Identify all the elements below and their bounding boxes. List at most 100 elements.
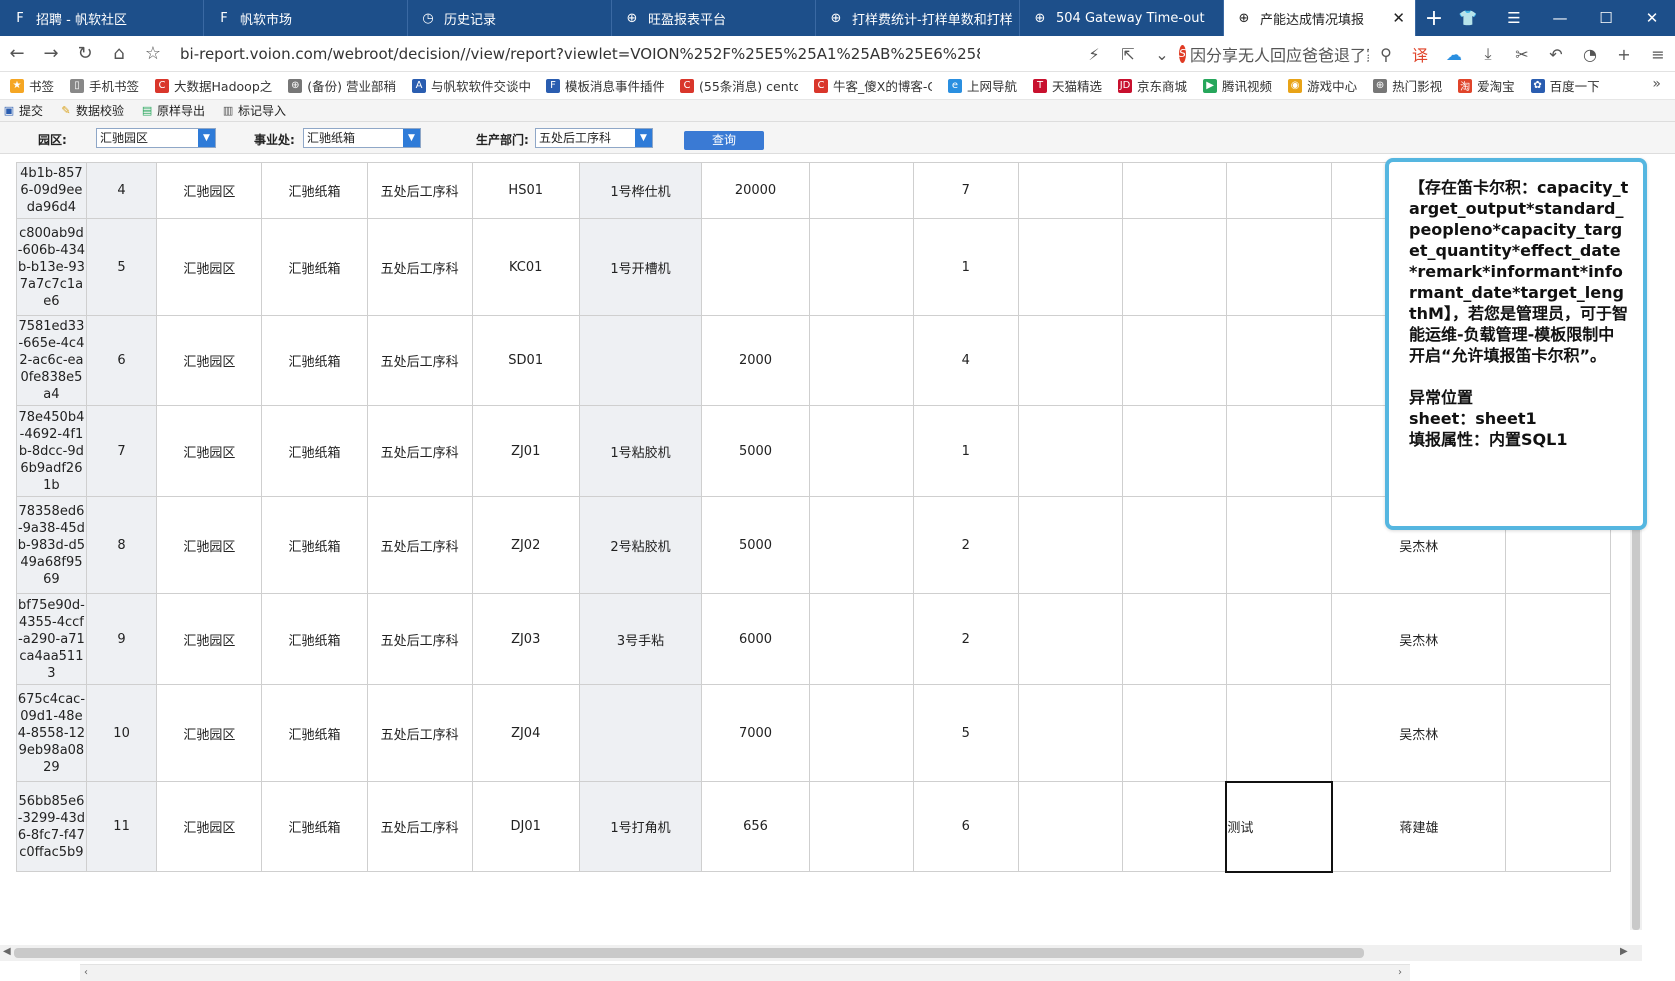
cell-blank1[interactable] — [808, 496, 914, 594]
translate-icon[interactable]: 译 — [1403, 36, 1437, 72]
cell-machine[interactable] — [578, 684, 703, 782]
park-select[interactable]: 汇驰园区 ▼ — [96, 128, 216, 148]
cell-no[interactable]: 7 — [85, 405, 158, 497]
cell-dept[interactable]: 五处后工序科 — [366, 684, 473, 782]
more-menu-icon[interactable]: ≡ — [1641, 36, 1675, 72]
cell-machine[interactable]: 1号开槽机 — [578, 218, 703, 316]
bookmark-item[interactable]: C 牛客_傻X的博客-C — [814, 76, 932, 95]
cell-blank2[interactable] — [1017, 405, 1123, 497]
cell-blank2[interactable] — [1017, 781, 1123, 872]
page-scroll-left-icon[interactable]: ‹ — [84, 967, 88, 978]
cell-machine[interactable] — [578, 315, 703, 406]
cell-blank3[interactable] — [1121, 496, 1227, 594]
cell-remark[interactable] — [1225, 684, 1333, 782]
cell-informant[interactable]: 吴杰林 — [1331, 593, 1507, 685]
cell-uuid[interactable]: c800ab9d-606b-434b-b13e-937a7c7c1ae6 — [16, 218, 87, 316]
cell-blank1[interactable] — [808, 593, 914, 685]
cell-remark[interactable] — [1225, 218, 1333, 316]
cell-code[interactable]: HS01 — [471, 162, 580, 219]
cell-people[interactable]: 1 — [912, 218, 1019, 316]
export-button[interactable]: ▤ 原样导出 — [138, 102, 205, 119]
cell-dept[interactable]: 五处后工序科 — [366, 593, 473, 685]
cell-dept[interactable]: 五处后工序科 — [366, 781, 473, 872]
browser-tab[interactable]: ⊕ 产能达成情况填报 ✕ — [1224, 0, 1416, 36]
cell-dept[interactable]: 五处后工序科 — [366, 218, 473, 316]
cell-code[interactable]: ZJ03 — [471, 593, 580, 685]
minimize-icon[interactable]: — — [1537, 0, 1583, 36]
back-icon[interactable]: ← — [0, 36, 34, 72]
cell-blank2[interactable] — [1017, 218, 1123, 316]
shirt-icon[interactable]: 👕 — [1445, 0, 1491, 36]
cell-blank2[interactable] — [1017, 684, 1123, 782]
cell-dept[interactable]: 五处后工序科 — [366, 405, 473, 497]
cell-blank4[interactable] — [1505, 593, 1611, 685]
cell-target[interactable]: 20000 — [701, 162, 810, 219]
cell-blank3[interactable] — [1121, 405, 1227, 497]
dropdown-arrow-icon[interactable]: ▼ — [403, 129, 420, 147]
cell-blank1[interactable] — [808, 162, 914, 219]
cell-park[interactable]: 汇驰园区 — [156, 218, 263, 316]
cell-people[interactable]: 2 — [912, 496, 1019, 594]
cell-park[interactable]: 汇驰园区 — [156, 315, 263, 406]
cell-division[interactable]: 汇驰纸箱 — [261, 496, 368, 594]
cell-remark[interactable]: 测试 — [1225, 780, 1333, 873]
cell-uuid[interactable]: 78358ed6-9a38-45db-983d-d549a68f9569 — [16, 496, 87, 594]
download-icon[interactable]: ⤓ — [1471, 36, 1505, 72]
cell-no[interactable]: 8 — [85, 496, 158, 594]
bookmark-item[interactable]: C 大数据Hadoop之 — [155, 76, 272, 95]
cell-uuid[interactable]: bf75e90d-4355-4ccf-a290-a71ca4aa5113 — [16, 593, 87, 685]
browser-tab[interactable]: ⊕ 旺盈报表平台 — [612, 0, 816, 36]
bookmark-item[interactable]: ★ 书签 — [10, 76, 54, 95]
dropdown-arrow-icon[interactable]: ▼ — [198, 129, 215, 147]
import-button[interactable]: ▥ 标记导入 — [219, 102, 286, 119]
cell-uuid[interactable]: 56bb85e6-3299-43d6-8fc7-f47c0ffac5b9 — [16, 781, 87, 872]
lightning-icon[interactable]: ⚡ — [1077, 36, 1111, 72]
bookmark-item[interactable]: e 上网导航 — [948, 76, 1017, 95]
search-icon[interactable]: ⚲ — [1369, 36, 1403, 72]
cell-people[interactable]: 4 — [912, 315, 1019, 406]
cell-park[interactable]: 汇驰园区 — [156, 684, 263, 782]
cell-park[interactable]: 汇驰园区 — [156, 405, 263, 497]
cell-machine[interactable]: 1号桦仕机 — [578, 162, 703, 219]
bookmark-item[interactable]: T 天猫精选 — [1033, 76, 1102, 95]
cell-code[interactable]: KC01 — [471, 218, 580, 316]
cell-informant[interactable]: 蒋建雄 — [1331, 781, 1507, 872]
tab-close-icon[interactable]: ✕ — [1392, 9, 1405, 27]
cell-people[interactable]: 5 — [912, 684, 1019, 782]
cell-remark[interactable] — [1225, 496, 1333, 594]
cell-machine[interactable]: 1号打角机 — [578, 781, 703, 872]
cell-machine[interactable]: 1号粘胶机 — [578, 405, 703, 497]
cell-division[interactable]: 汇驰纸箱 — [261, 684, 368, 782]
submit-button[interactable]: ▣ 提交 — [0, 102, 43, 119]
cell-uuid[interactable]: 78e450b4-4692-4f1b-8dcc-9d6b9adf261b — [16, 405, 87, 497]
bookmark-item[interactable]: JD 京东商城 — [1118, 76, 1187, 95]
cell-code[interactable]: ZJ01 — [471, 405, 580, 497]
add-icon[interactable]: + — [1607, 36, 1641, 72]
cell-target[interactable] — [701, 218, 810, 316]
bookmark-item[interactable]: ◉ 游戏中心 — [1288, 76, 1357, 95]
division-select[interactable]: 汇驰纸箱 ▼ — [303, 128, 421, 148]
dropdown-arrow-icon[interactable]: ▼ — [635, 129, 652, 147]
horizontal-scroll-thumb[interactable] — [14, 948, 1364, 958]
cell-code[interactable]: SD01 — [471, 315, 580, 406]
cell-remark[interactable] — [1225, 593, 1333, 685]
bookmarks-overflow-icon[interactable]: » — [1652, 76, 1661, 92]
reload-icon[interactable]: ↻ — [68, 36, 102, 72]
cell-informant[interactable]: 吴杰林 — [1331, 684, 1507, 782]
cell-remark[interactable] — [1225, 315, 1333, 406]
cell-blank1[interactable] — [808, 684, 914, 782]
cell-uuid[interactable]: 4b1b-8576-09d9eeda96d4 — [16, 162, 87, 219]
cell-park[interactable]: 汇驰园区 — [156, 593, 263, 685]
cell-blank4[interactable] — [1505, 781, 1611, 872]
cell-blank2[interactable] — [1017, 315, 1123, 406]
cell-code[interactable]: ZJ04 — [471, 684, 580, 782]
home-icon[interactable]: ⌂ — [102, 36, 136, 72]
cell-division[interactable]: 汇驰纸箱 — [261, 405, 368, 497]
cell-dept[interactable]: 五处后工序科 — [366, 162, 473, 219]
cell-no[interactable]: 9 — [85, 593, 158, 685]
cell-dept[interactable]: 五处后工序科 — [366, 315, 473, 406]
cell-division[interactable]: 汇驰纸箱 — [261, 781, 368, 872]
bookmark-item[interactable]: ⊕ (备份) 营业部稍 — [288, 76, 396, 95]
query-button[interactable]: 查询 — [684, 131, 764, 150]
cell-code[interactable]: DJ01 — [471, 781, 580, 872]
